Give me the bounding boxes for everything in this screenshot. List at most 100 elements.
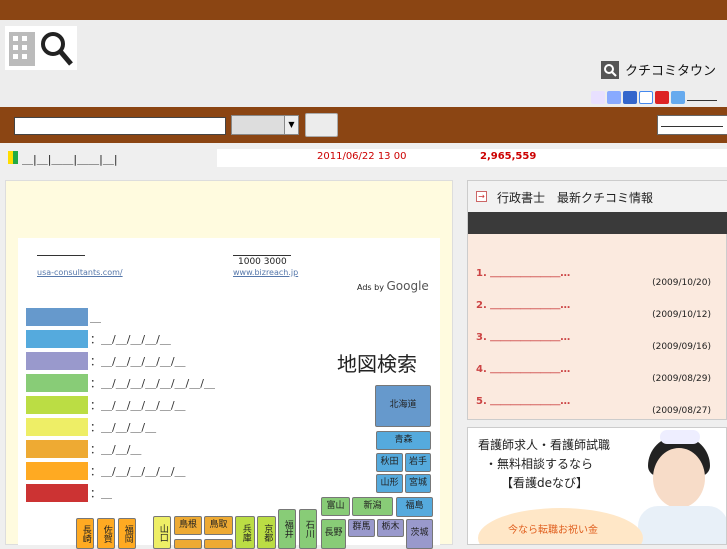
legend-row[interactable]: ：＿/＿/＿/＿/＿/＿ [26,352,186,370]
pref-kyoto[interactable]: 京都 [257,516,276,549]
legend-row[interactable]: ：＿/＿/＿/＿/＿ [26,330,171,348]
bookmark-icon-3[interactable] [623,91,637,104]
news-number: 1. [476,268,487,279]
news-item-link[interactable]: 3. ＿＿＿＿＿＿＿… [476,328,570,343]
bookmark-icon-5[interactable] [655,91,669,104]
legend-text[interactable]: ：＿/＿/＿ [90,441,141,457]
site-logo[interactable] [5,26,77,70]
sidebar-header: → 行政書士 最新クチコミ情報 [468,181,727,212]
pref-toyama[interactable]: 富山 [321,497,350,516]
pref-aomori[interactable]: 青森 [376,431,431,450]
legend-text[interactable]: ：＿ [90,485,112,501]
news-title[interactable]: ＿＿＿＿＿＿＿… [490,300,570,311]
legend-row[interactable]: ：＿/＿/＿/＿ [26,418,156,436]
bookmark-divider [687,100,717,101]
legend-swatch [26,484,88,502]
nurse-cap [660,430,700,444]
legend-text[interactable]: ：＿/＿/＿/＿/＿/＿ [90,397,186,413]
banner-line-4: 今なら転職お祝い金 [508,525,598,536]
ad-title-1[interactable] [37,255,85,256]
news-title[interactable]: ＿＿＿＿＿＿＿… [490,332,570,343]
legend-row[interactable]: ：＿/＿/＿/＿/＿/＿/＿/＿ [26,374,215,392]
ad-title-2[interactable]: 1000 3000 [238,257,287,267]
prefecture-label: 長崎 [80,524,91,543]
legend-row[interactable]: ：＿/＿/＿/＿/＿/＿ [26,396,186,414]
pref-shimane[interactable]: 鳥根 [174,516,202,535]
prefecture-label: 石川 [303,520,314,538]
prefecture-label: 福島 [405,501,424,512]
legend-text[interactable]: ：＿/＿/＿/＿ [90,419,156,435]
ads-by-label: Ads by [357,283,384,292]
search-button[interactable] [305,113,338,137]
pref-yamaguchi[interactable]: 山口 [153,516,171,549]
legend-row[interactable]: ＿ [26,308,101,326]
news-number: 2. [476,300,487,311]
prefecture-label: 長野 [324,528,343,539]
news-item-link[interactable]: 1. ＿＿＿＿＿＿＿… [476,264,570,279]
pref-partial-1[interactable] [174,539,202,549]
news-number: 4. [476,364,487,375]
pref-fukushima[interactable]: 福島 [396,497,433,517]
ad-url-2[interactable]: www.bizreach.jp [233,268,298,277]
legend-text[interactable]: ：＿/＿/＿/＿/＿/＿ [90,463,186,479]
nav-links[interactable]: ＿|＿|＿＿|＿＿|＿| [22,151,118,167]
pref-miyagi[interactable]: 宮城 [405,474,431,493]
news-title[interactable]: ＿＿＿＿＿＿＿… [490,396,570,407]
news-title[interactable]: ＿＿＿＿＿＿＿… [490,364,570,375]
nurse-banner-ad[interactable]: 看護師求人・看護師試職 ・無料相談するなら 【看護deなび】 今なら転職お祝い金 [467,427,727,545]
legend-row[interactable]: ：＿/＿/＿ [26,440,141,458]
pref-nagasaki[interactable]: 長崎 [76,518,94,549]
legend-text[interactable]: ：＿/＿/＿/＿/＿/＿ [90,353,186,369]
news-item-link[interactable]: 2. ＿＿＿＿＿＿＿… [476,296,570,311]
legend-swatch [26,418,88,436]
news-number: 5. [476,396,487,407]
legend-row[interactable]: ：＿/＿/＿/＿/＿/＿ [26,462,186,480]
prefecture-label: 栃木 [381,522,400,533]
legend-text[interactable]: ：＿/＿/＿/＿/＿ [90,331,171,347]
google-bookmark-icon[interactable] [639,91,653,104]
pref-hyogo[interactable]: 兵庫 [235,516,255,549]
secondary-input[interactable] [657,115,727,135]
legend-swatch [26,396,88,414]
pref-ishikawa[interactable]: 石川 [299,509,317,549]
pref-tottori[interactable]: 鳥取 [204,516,233,535]
prefecture-label: 茨城 [410,528,429,539]
prefecture-label: 佐賀 [101,524,112,543]
ad-title-2-line[interactable] [233,255,291,256]
pref-partial-2[interactable] [204,539,233,549]
news-title[interactable]: ＿＿＿＿＿＿＿… [490,268,570,279]
pref-fukuoka[interactable]: 福岡 [118,518,136,549]
banner-line-2: ・無料相談するなら [485,457,594,471]
update-datetime: 2011/06/22 13 00 [317,151,407,162]
ad-url-1[interactable]: usa-consultants.com/ [37,268,123,277]
bookmark-icon-1[interactable] [591,91,605,104]
category-select[interactable]: ▼ [231,115,299,135]
site-name-link[interactable]: クチコミタウン [601,60,716,79]
legend-text[interactable]: ＿ [90,309,101,325]
pref-yamagata[interactable]: 山形 [376,474,403,493]
legend-swatch [26,462,88,480]
pref-fukui[interactable]: 福井 [278,509,296,549]
pref-niigata[interactable]: 新潟 [352,497,393,516]
pref-gunma[interactable]: 群馬 [348,519,375,537]
legend-swatch [26,374,88,392]
pref-tochigi[interactable]: 栃木 [377,519,404,537]
bookmark-icon-6[interactable] [671,91,685,104]
pref-akita[interactable]: 秋田 [376,453,403,472]
prefecture-label: 群馬 [352,522,371,533]
ads-by-google[interactable]: Ads by Google [357,279,429,293]
legend-text[interactable]: ：＿/＿/＿/＿/＿/＿/＿/＿ [90,375,215,391]
legend-row[interactable]: ：＿ [26,484,112,502]
pref-saga[interactable]: 佐賀 [97,518,115,549]
prefecture-label: 鳥根 [178,519,197,530]
bookmark-icon-2[interactable] [607,91,621,104]
status-box: 2011/06/22 13 00 2,965,559 [217,149,727,167]
sidebar-dark-bar [468,212,727,234]
prefecture-label: 山形 [380,477,399,488]
pref-hokkaido[interactable]: 北海道 [375,385,431,427]
news-item-link[interactable]: 5. ＿＿＿＿＿＿＿… [476,392,570,407]
pref-iwate[interactable]: 岩手 [405,453,431,472]
search-icon [601,60,619,79]
search-input[interactable] [14,117,226,135]
news-item-link[interactable]: 4. ＿＿＿＿＿＿＿… [476,360,570,375]
